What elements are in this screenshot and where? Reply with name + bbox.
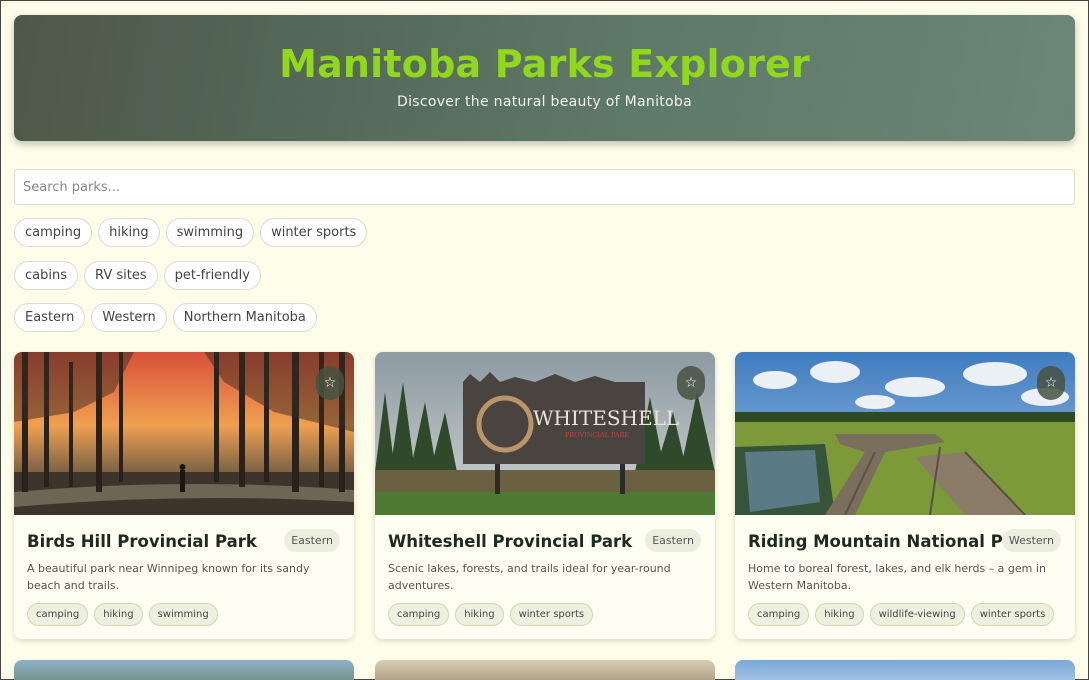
- amenity-filters: cabins RV sites pet-friendly: [14, 261, 261, 290]
- park-tag: camping: [388, 603, 450, 626]
- filter-chip-western[interactable]: Western: [91, 303, 167, 332]
- region-badge: Western: [1001, 529, 1061, 552]
- park-image-whiteshell: WHITESHELL PROVINCIAL PARK: [375, 352, 715, 515]
- park-card-partial[interactable]: [735, 660, 1075, 680]
- region-badge: Eastern: [284, 529, 340, 552]
- park-tags: camping hiking wildlife-viewing winter s…: [748, 603, 1055, 626]
- activity-filters: camping hiking swimming winter sports: [14, 218, 368, 247]
- sign-subtext: PROVINCIAL PARK: [565, 431, 629, 439]
- park-tag: hiking: [815, 603, 864, 626]
- park-image-riding-mountain: [735, 352, 1075, 515]
- park-title[interactable]: Birds Hill Provincial Park: [27, 532, 257, 551]
- page-title: Manitoba Parks Explorer: [279, 42, 810, 86]
- park-card[interactable]: ☆ Riding Mountain National Park Western …: [735, 352, 1075, 639]
- page-subtitle: Discover the natural beauty of Manitoba: [396, 94, 692, 110]
- filter-chip-cabins[interactable]: cabins: [14, 261, 78, 290]
- region-filters: Eastern Western Northern Manitoba: [14, 303, 317, 332]
- park-card[interactable]: ☆ Birds Hill Provincial Park Eastern A b…: [14, 352, 354, 639]
- filter-chip-rv-sites[interactable]: RV sites: [84, 261, 158, 290]
- park-tag: winter sports: [509, 603, 594, 626]
- favorite-star-icon[interactable]: ☆: [316, 366, 344, 400]
- park-description: Home to boreal forest, lakes, and elk he…: [748, 562, 1046, 592]
- park-description: Scenic lakes, forests, and trails ideal …: [388, 562, 671, 592]
- park-tag: camping: [27, 603, 89, 626]
- filter-chip-eastern[interactable]: Eastern: [14, 303, 86, 332]
- park-tag: camping: [748, 603, 810, 626]
- filter-chip-winter-sports[interactable]: winter sports: [260, 218, 368, 247]
- filter-chip-camping[interactable]: camping: [14, 218, 93, 247]
- park-card[interactable]: WHITESHELL PROVINCIAL PARK ☆ Whiteshell …: [375, 352, 715, 639]
- search-input[interactable]: [14, 169, 1075, 205]
- favorite-star-icon[interactable]: ☆: [677, 366, 705, 400]
- park-tags: camping hiking swimming: [27, 603, 218, 626]
- park-description: A beautiful park near Winnipeg known for…: [27, 562, 310, 592]
- filter-chip-hiking[interactable]: hiking: [98, 218, 160, 247]
- page-header: Manitoba Parks Explorer Discover the nat…: [14, 15, 1075, 141]
- park-card-partial[interactable]: [375, 660, 715, 680]
- park-tag: wildlife-viewing: [869, 603, 965, 626]
- park-card-partial[interactable]: [14, 660, 354, 680]
- filter-chip-northern-manitoba[interactable]: Northern Manitoba: [172, 303, 317, 332]
- park-tag: swimming: [148, 603, 218, 626]
- region-badge: Eastern: [645, 529, 701, 552]
- filter-chip-swimming[interactable]: swimming: [165, 218, 255, 247]
- park-title[interactable]: Whiteshell Provincial Park: [388, 532, 632, 551]
- filter-chip-pet-friendly[interactable]: pet-friendly: [163, 261, 261, 290]
- park-tag: hiking: [94, 603, 143, 626]
- sign-text: WHITESHELL: [533, 406, 679, 430]
- park-image-birds-hill: [14, 352, 354, 515]
- favorite-star-icon[interactable]: ☆: [1037, 366, 1065, 400]
- park-tags: camping hiking winter sports: [388, 603, 594, 626]
- park-tag: winter sports: [970, 603, 1055, 626]
- park-title[interactable]: Riding Mountain National Park: [748, 532, 1033, 551]
- park-tag: hiking: [455, 603, 504, 626]
